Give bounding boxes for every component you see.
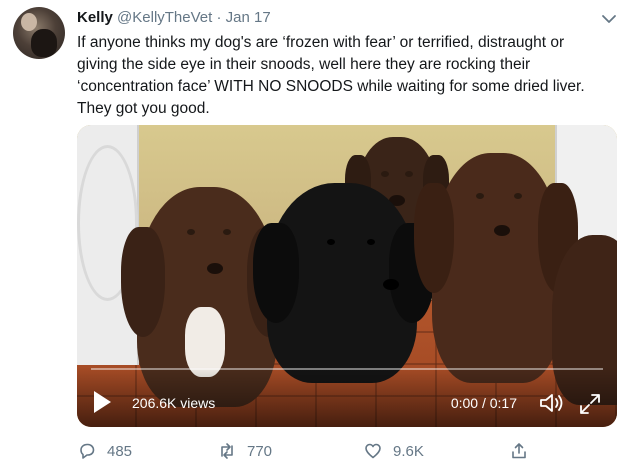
tweet-header: Kelly @KellyTheVet · Jan 17 xyxy=(77,8,271,28)
separator-dot: · xyxy=(216,9,222,26)
tweet-date[interactable]: Jan 17 xyxy=(226,9,271,26)
play-icon[interactable] xyxy=(94,391,111,413)
user-handle[interactable]: @KellyTheVet xyxy=(117,9,212,26)
display-name[interactable]: Kelly xyxy=(77,9,113,26)
tweet-text-line: They got you good. xyxy=(77,100,210,117)
avatar[interactable] xyxy=(13,7,65,59)
video-time: 0:00 / 0:17 xyxy=(450,395,517,411)
volume-icon[interactable] xyxy=(537,389,565,417)
chevron-down-icon[interactable] xyxy=(600,10,618,28)
tweet-text-line: giving the side eye in their snoods, wel… xyxy=(77,56,531,73)
reply-action[interactable]: 485 xyxy=(77,441,132,461)
reply-count: 485 xyxy=(107,442,133,460)
dog-black xyxy=(253,183,435,383)
tweet-text-line: If anyone thinks my dog's are ‘frozen wi… xyxy=(77,34,565,51)
tweet-text: If anyone thinks my dog's are ‘frozen wi… xyxy=(77,32,625,120)
retweet-icon xyxy=(221,443,233,459)
heart-icon xyxy=(365,443,381,459)
video-progress-bar[interactable] xyxy=(91,368,603,370)
avatar-person xyxy=(21,13,37,31)
fullscreen-icon[interactable] xyxy=(577,391,603,417)
view-count: 206.6K views xyxy=(132,395,216,411)
dog-right xyxy=(414,153,578,383)
video-player[interactable]: 206.6K views 0:00 / 0:17 xyxy=(77,125,617,427)
like-action[interactable]: 9.6K xyxy=(363,441,424,461)
reply-icon xyxy=(80,443,95,459)
avatar-dog xyxy=(31,29,57,57)
tweet-text-line: ‘concentration face’ WITH NO SNOODS whil… xyxy=(77,78,585,95)
like-count: 9.6K xyxy=(393,442,424,460)
tweet-actions: 485 770 9.6K xyxy=(77,441,617,465)
retweet-action[interactable]: 770 xyxy=(217,441,272,461)
share-icon xyxy=(512,443,526,459)
share-action[interactable] xyxy=(509,441,529,461)
retweet-count: 770 xyxy=(247,442,273,460)
